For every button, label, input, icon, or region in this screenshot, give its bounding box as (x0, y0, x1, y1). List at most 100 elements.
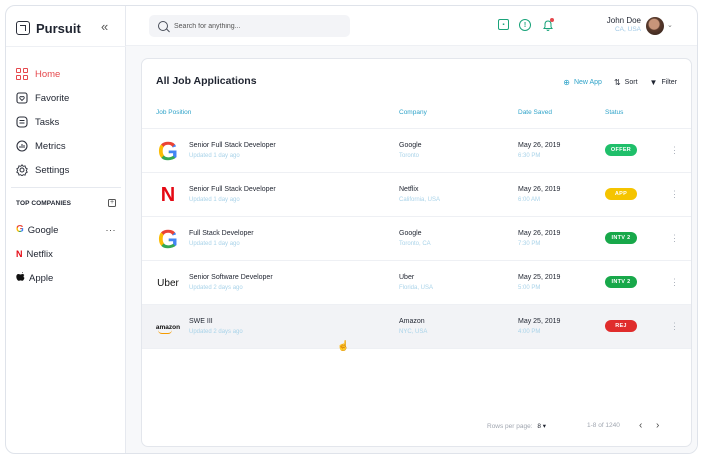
company-location: Toronto (399, 153, 420, 159)
column-header-position[interactable]: Job Position (156, 109, 191, 116)
date-saved: May 26, 2019 (518, 142, 561, 149)
status-badge[interactable]: REJ (605, 320, 637, 332)
updated-text: Updated 1 day ago (189, 197, 240, 203)
more-vertical-icon[interactable]: ⋮ (670, 233, 679, 243)
chevron-right-icon[interactable]: › (656, 420, 659, 431)
column-header-date[interactable]: Date Saved (518, 109, 552, 116)
user-name: John Doe (606, 16, 641, 25)
nav-item-label: Metrics (35, 140, 66, 152)
company-name: Netflix (399, 186, 419, 193)
company-label: Google (27, 224, 59, 236)
job-position: Senior Full Stack Developer (189, 142, 276, 149)
date-cell: May 25, 2019 5:00 PM (518, 274, 560, 291)
page-range: 1-8 of 1240 (587, 422, 620, 429)
search-box[interactable] (149, 15, 350, 37)
new-app-button[interactable]: ⊕ New App (563, 78, 602, 87)
bell-icon[interactable] (541, 18, 554, 32)
company-item-google[interactable]: G Google ··· (16, 218, 116, 242)
new-app-label: New App (573, 79, 602, 86)
metrics-icon (16, 140, 28, 152)
more-vertical-icon[interactable]: ⋮ (670, 145, 679, 155)
rows-per-page-select[interactable]: 8 ▾ (537, 423, 546, 430)
google-logo-icon: G (157, 224, 179, 254)
top-icons: ▪ ! (498, 18, 554, 32)
main-nav: Home Favorite Tasks Metrics Settings (16, 62, 69, 182)
chat-alert-icon[interactable]: ! (519, 19, 531, 31)
updated-text: Updated 1 day ago (189, 241, 240, 247)
updated-text: Updated 2 days ago (189, 285, 243, 291)
more-vertical-icon[interactable]: ⋮ (670, 189, 679, 199)
filter-label: Filter (661, 79, 677, 86)
company-cell: Netflix California, USA (399, 186, 440, 203)
nav-item-label: Favorite (35, 92, 70, 104)
company-location: California, USA (399, 197, 441, 203)
status-badge[interactable]: OFFER (605, 144, 637, 156)
time-saved: 7:30 PM (518, 241, 541, 247)
add-company-button[interactable]: + (108, 199, 116, 207)
company-name: Amazon (399, 318, 425, 325)
calendar-icon[interactable]: ▪ (498, 19, 509, 30)
tasks-icon (16, 116, 28, 128)
chevron-down-icon[interactable]: ⌄ (667, 21, 673, 29)
more-vertical-icon[interactable]: ⋮ (670, 277, 679, 287)
sort-button[interactable]: ⇅ Sort (614, 78, 638, 87)
amazon-logo-icon: amazon (155, 323, 181, 334)
nav-item-home[interactable]: Home (16, 62, 69, 86)
home-grid-icon (16, 68, 28, 80)
more-options-icon[interactable]: ··· (106, 225, 117, 235)
updated-text: Updated 1 day ago (189, 153, 240, 159)
divider (11, 187, 121, 188)
avatar[interactable] (646, 17, 664, 35)
divider (6, 46, 126, 47)
position-cell: Full Stack Developer Updated 1 day ago (189, 230, 254, 247)
filter-icon: ▼ (649, 78, 658, 87)
table-row[interactable]: G Senior Full Stack Developer Updated 1 … (142, 128, 691, 172)
company-label: Apple (29, 272, 54, 284)
date-cell: May 26, 2019 7:30 PM (518, 230, 560, 247)
status-badge[interactable]: APP (605, 188, 637, 200)
column-header-status[interactable]: Status (605, 109, 623, 116)
divider (142, 348, 691, 349)
user-info[interactable]: John Doe CA, USA (596, 16, 641, 33)
nav-item-settings[interactable]: Settings (16, 158, 69, 182)
time-saved: 6:00 AM (518, 197, 541, 203)
chevron-left-icon[interactable]: ‹ (639, 420, 642, 431)
status-badge[interactable]: INTV 2 (605, 232, 637, 244)
rows-per-page[interactable]: Rows per page: 8 ▾ (487, 422, 546, 430)
date-saved: May 25, 2019 (518, 318, 561, 325)
brand[interactable]: Pursuit (16, 18, 81, 38)
top-companies-list: G Google ··· N Netflix Apple (16, 218, 116, 290)
date-cell: May 26, 2019 6:30 PM (518, 142, 560, 159)
table-row[interactable]: amazon SWE III Updated 2 days ago Amazon… (142, 304, 691, 348)
nav-item-label: Home (35, 68, 61, 80)
sort-label: Sort (624, 79, 638, 86)
company-cell: Uber Florida, USA (399, 274, 433, 291)
plus-circle-icon: ⊕ (563, 78, 570, 87)
nav-item-tasks[interactable]: Tasks (16, 110, 69, 134)
more-vertical-icon[interactable]: ⋮ (670, 321, 679, 331)
updated-text: Updated 2 days ago (189, 329, 243, 335)
page-title: All Job Applications (156, 75, 257, 87)
netflix-logo-icon: N (160, 183, 176, 206)
company-item-netflix[interactable]: N Netflix (16, 242, 116, 266)
filter-button[interactable]: ▼ Filter (650, 78, 677, 87)
top-companies-header: TOP COMPANIES + (16, 199, 116, 207)
date-cell: May 26, 2019 6:00 AM (518, 186, 560, 203)
position-cell: Senior Software Developer Updated 2 days… (189, 274, 273, 291)
job-applications-card: All Job Applications ⊕ New App ⇅ Sort ▼ … (141, 58, 692, 447)
table-row[interactable]: Uber Senior Software Developer Updated 2… (142, 260, 691, 304)
job-position: SWE III (189, 318, 213, 325)
table-row[interactable]: N Senior Full Stack Developer Updated 1 … (142, 172, 691, 216)
status-badge[interactable]: INTV 2 (605, 276, 637, 288)
table-row[interactable]: G Full Stack Developer Updated 1 day ago… (142, 216, 691, 260)
company-item-apple[interactable]: Apple (16, 266, 116, 290)
brand-name: Pursuit (36, 20, 81, 36)
nav-item-metrics[interactable]: Metrics (16, 134, 69, 158)
column-header-company[interactable]: Company (399, 109, 427, 116)
nav-item-favorite[interactable]: Favorite (16, 86, 69, 110)
search-input[interactable] (174, 22, 344, 30)
position-cell: Senior Full Stack Developer Updated 1 da… (189, 142, 276, 159)
rows-per-page-label: Rows per page: (487, 423, 533, 430)
collapse-sidebar-button[interactable]: « (101, 19, 108, 34)
company-location: Toronto, CA (399, 241, 431, 247)
